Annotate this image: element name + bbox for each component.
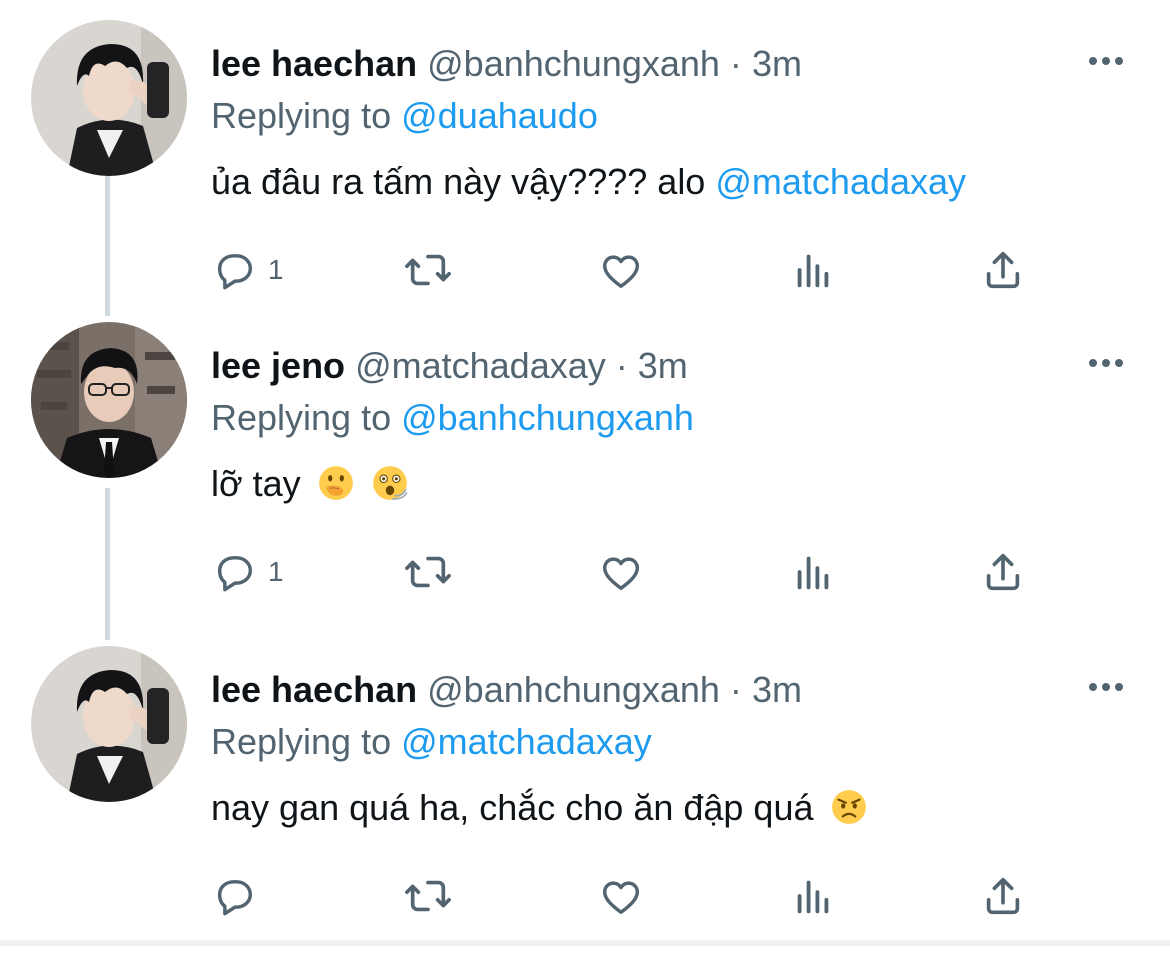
tweet[interactable]: lee jeno @matchadaxay · 3m Replying to @… (0, 322, 1170, 632)
retweet-button[interactable] (402, 544, 454, 600)
retweet-icon (405, 880, 451, 912)
tweet-header: lee jeno @matchadaxay · 3m (211, 344, 688, 388)
views-button[interactable] (790, 544, 836, 600)
tweet-text: lỡ tay (211, 462, 409, 506)
replying-to: Replying to @banhchungxanh (211, 396, 694, 440)
replying-to: Replying to @duahaudo (211, 94, 598, 138)
like-button[interactable] (598, 242, 644, 298)
retweet-icon (405, 254, 451, 286)
display-name[interactable]: lee jeno (211, 345, 345, 386)
tweet-actions: 1 (212, 242, 1052, 298)
tweet-actions: 1 (212, 544, 1052, 600)
face-with-hand-over-mouth-emoji (318, 466, 353, 500)
more-horizontal-icon[interactable] (1084, 46, 1128, 76)
display-name[interactable]: lee haechan (211, 43, 417, 84)
reply-button[interactable] (212, 868, 268, 924)
user-handle[interactable]: @banhchungxanh (427, 43, 720, 84)
tweet-text-body: lỡ tay (211, 463, 301, 504)
retweet-button[interactable] (402, 242, 454, 298)
replying-to: Replying to @matchadaxay (211, 720, 652, 764)
like-button[interactable] (598, 544, 644, 600)
avatar[interactable] (31, 646, 187, 802)
reply-mention-link[interactable]: @duahaudo (401, 95, 598, 136)
heart-icon (602, 881, 640, 915)
reply-bubble-icon (217, 556, 253, 592)
retweet-button[interactable] (402, 868, 454, 924)
separator-dot: · (729, 669, 742, 710)
tweet-header: lee haechan @banhchungxanh · 3m (211, 668, 802, 712)
replying-to-label: Replying to (211, 95, 392, 136)
reply-mention-link[interactable]: @matchadaxay (401, 721, 652, 762)
reply-bubble-icon (217, 880, 253, 916)
reply-button[interactable]: 1 (212, 242, 284, 298)
analytics-icon (797, 556, 829, 590)
like-button[interactable] (598, 868, 644, 924)
reply-count: 1 (268, 254, 284, 285)
analytics-icon (797, 254, 829, 288)
text-mention-link[interactable]: @matchadaxay (715, 161, 966, 202)
share-button[interactable] (980, 868, 1026, 924)
tweet-text: ủa đâu ra tấm này vậy???? alo @matchadax… (211, 160, 966, 204)
tweet-header: lee haechan @banhchungxanh · 3m (211, 42, 802, 86)
replying-to-label: Replying to (211, 721, 392, 762)
share-button[interactable] (980, 242, 1026, 298)
tweet-text: nay gan quá ha, chắc cho ăn đập quá (211, 786, 868, 830)
timestamp[interactable]: 3m (638, 345, 688, 386)
separator-dot: · (615, 345, 628, 386)
tweet-text-body: nay gan quá ha, chắc cho ăn đập quá (211, 787, 814, 828)
analytics-icon (797, 880, 829, 914)
divider (0, 940, 1170, 946)
reply-count: 1 (268, 556, 284, 587)
reply-button[interactable]: 1 (212, 544, 284, 600)
astonished-dizzy-face-emoji (372, 466, 408, 500)
share-button[interactable] (980, 544, 1026, 600)
timestamp[interactable]: 3m (752, 669, 802, 710)
heart-icon (602, 255, 640, 289)
replying-to-label: Replying to (211, 397, 392, 438)
avatar[interactable] (31, 20, 187, 176)
tweet[interactable]: lee haechan @banhchungxanh · 3m Replying… (0, 20, 1170, 330)
avatar[interactable] (31, 322, 187, 478)
share-icon (986, 877, 1020, 915)
reply-mention-link[interactable]: @banhchungxanh (401, 397, 694, 438)
retweet-icon (405, 556, 451, 588)
share-icon (986, 251, 1020, 289)
views-button[interactable] (790, 242, 836, 298)
tweet-text-body: ủa đâu ra tấm này vậy???? alo (211, 161, 706, 202)
tweet-actions (212, 868, 1052, 924)
more-horizontal-icon[interactable] (1084, 348, 1128, 378)
heart-icon (602, 557, 640, 591)
tweet[interactable]: lee haechan @banhchungxanh · 3m Replying… (0, 646, 1170, 956)
more-horizontal-icon[interactable] (1084, 672, 1128, 702)
reply-bubble-icon (217, 254, 253, 290)
separator-dot: · (729, 43, 742, 84)
views-button[interactable] (790, 868, 836, 924)
share-icon (986, 553, 1020, 591)
timestamp[interactable]: 3m (752, 43, 802, 84)
user-handle[interactable]: @banhchungxanh (427, 669, 720, 710)
user-handle[interactable]: @matchadaxay (355, 345, 606, 386)
angry-face-emoji (831, 790, 866, 824)
display-name[interactable]: lee haechan (211, 669, 417, 710)
